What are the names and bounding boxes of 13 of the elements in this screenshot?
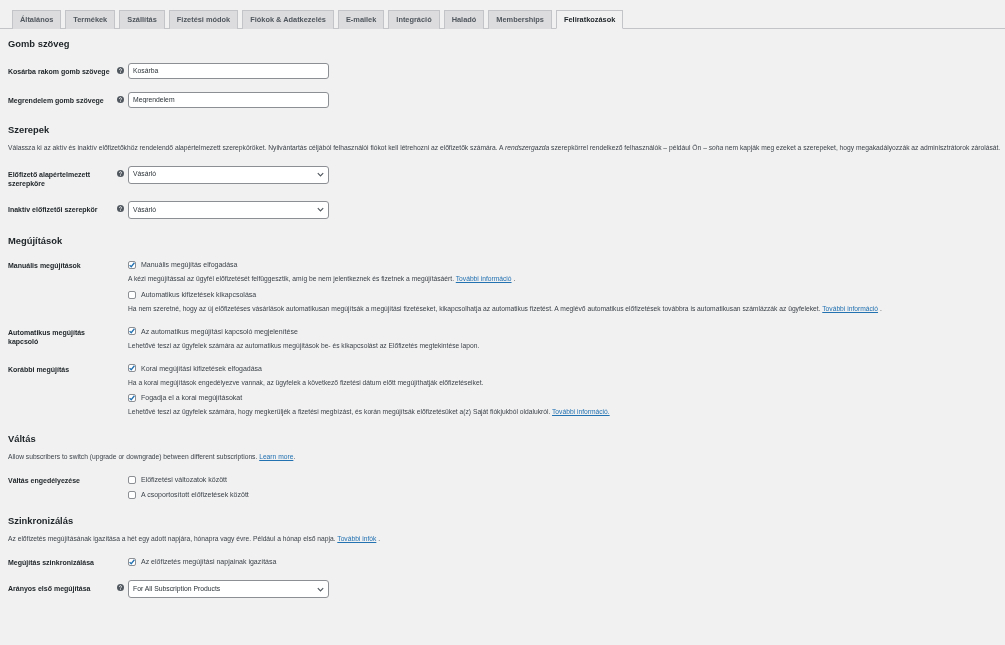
checkbox[interactable] [128,393,136,402]
checkbox[interactable] [128,475,136,484]
checkbox[interactable] [128,290,136,299]
section-heading: Megújítások [8,234,64,248]
checkbox[interactable] [128,557,136,566]
checkbox[interactable] [128,260,136,269]
checkbox[interactable] [128,327,136,336]
section-heading: Gomb szöveg [8,37,71,50]
section-heading: Szerepek [8,123,51,137]
checkbox[interactable] [128,364,136,373]
checkbox[interactable] [128,490,136,499]
section-heading: Szinkronizálás [8,515,75,528]
section-heading: Váltás [8,433,37,446]
